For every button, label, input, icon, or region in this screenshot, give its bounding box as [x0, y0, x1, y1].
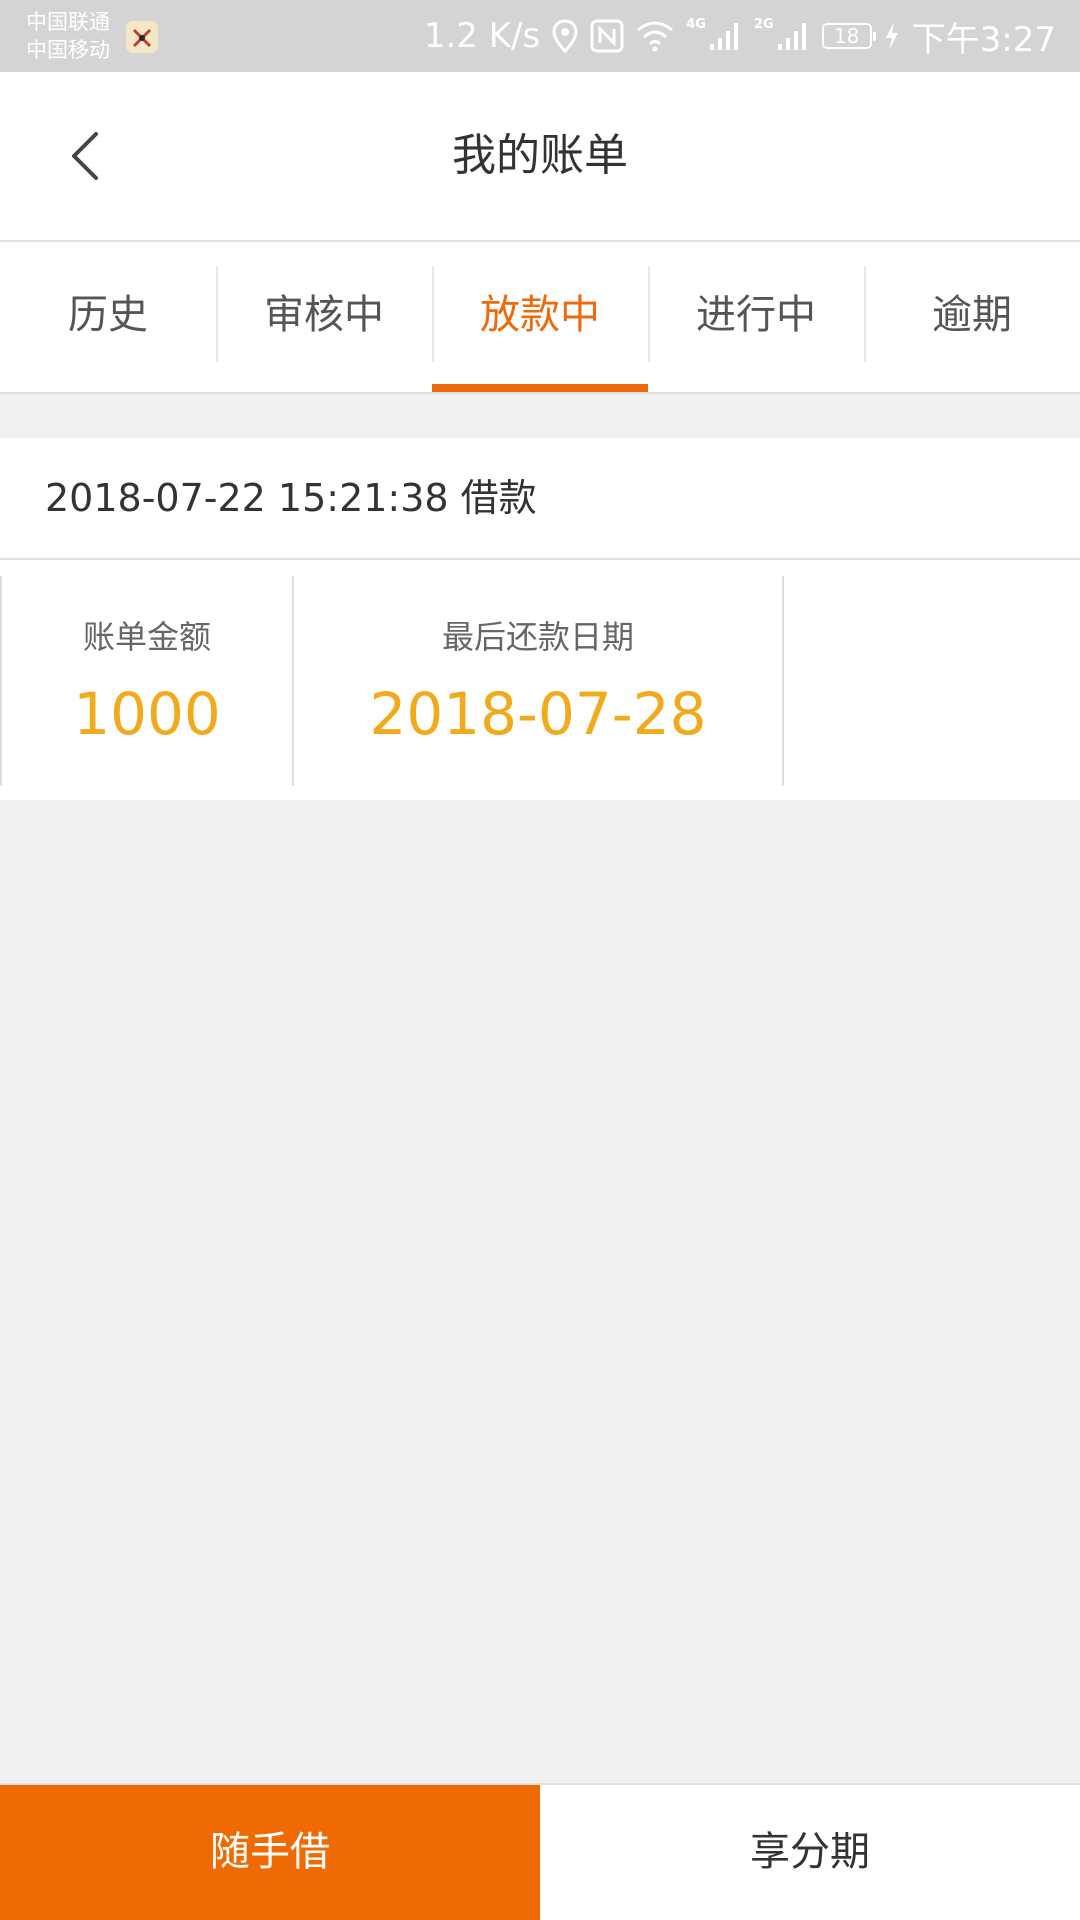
app-notification-icon: [126, 21, 158, 53]
bill-amount-label: 账单金额: [82, 618, 211, 656]
wifi-icon: [636, 20, 674, 52]
tab-history[interactable]: 历史: [0, 242, 216, 392]
bill-amount-cell: 账单金额 1000: [0, 576, 294, 786]
bottom-bar: 随手借 享分期: [0, 1783, 1080, 1920]
nfc-icon: [590, 19, 624, 53]
bill-timestamp: 2018-07-22 15:21:38 借款: [45, 476, 537, 520]
bill-card[interactable]: 2018-07-22 15:21:38 借款 账单金额 1000 最后还款日期 …: [0, 438, 1080, 800]
due-date-cell: 最后还款日期 2018-07-28: [294, 576, 784, 786]
bill-header: 2018-07-22 15:21:38 借款: [0, 438, 1080, 560]
tab-disbursing[interactable]: 放款中: [432, 242, 648, 392]
borrow-button[interactable]: 随手借: [0, 1785, 540, 1920]
due-date-value: 2018-07-28: [369, 680, 707, 748]
charging-icon: [884, 21, 900, 51]
screen: 中国联通 中国移动 1.2 K/s 4G 2G 18 下午3:27 我的账单 历…: [0, 0, 1080, 1920]
signal-1-icon: [708, 20, 742, 52]
carrier-1: 中国联通: [26, 10, 110, 34]
installment-button[interactable]: 享分期: [540, 1785, 1080, 1920]
signal-2-icon: [776, 20, 810, 52]
carriers: 中国联通 中国移动: [26, 8, 110, 64]
net-speed: 1.2 K/s: [423, 16, 541, 56]
bill-details: 账单金额 1000 最后还款日期 2018-07-28: [0, 576, 1080, 786]
battery-icon: 18: [821, 23, 876, 49]
app-header: 我的账单: [0, 72, 1080, 242]
tab-overdue[interactable]: 逾期: [864, 242, 1080, 392]
status-bar: 中国联通 中国移动 1.2 K/s 4G 2G 18 下午3:27: [0, 0, 1080, 72]
location-icon: [552, 19, 578, 53]
signal-2-label: 2G: [753, 16, 774, 32]
page-title: 我的账单: [452, 130, 628, 181]
signal-1-label: 4G: [686, 16, 706, 32]
tab-in-progress[interactable]: 进行中: [648, 242, 864, 392]
clock: 下午3:27: [911, 19, 1056, 60]
status-right: 1.2 K/s 4G 2G 18 下午3:27: [424, 0, 1056, 72]
bill-amount-value: 1000: [73, 680, 221, 748]
tab-bar: 历史 审核中 放款中 进行中 逾期: [0, 242, 1080, 394]
due-date-label: 最后还款日期: [441, 618, 634, 656]
tab-under-review[interactable]: 审核中: [216, 242, 432, 392]
carrier-2: 中国移动: [26, 38, 110, 62]
